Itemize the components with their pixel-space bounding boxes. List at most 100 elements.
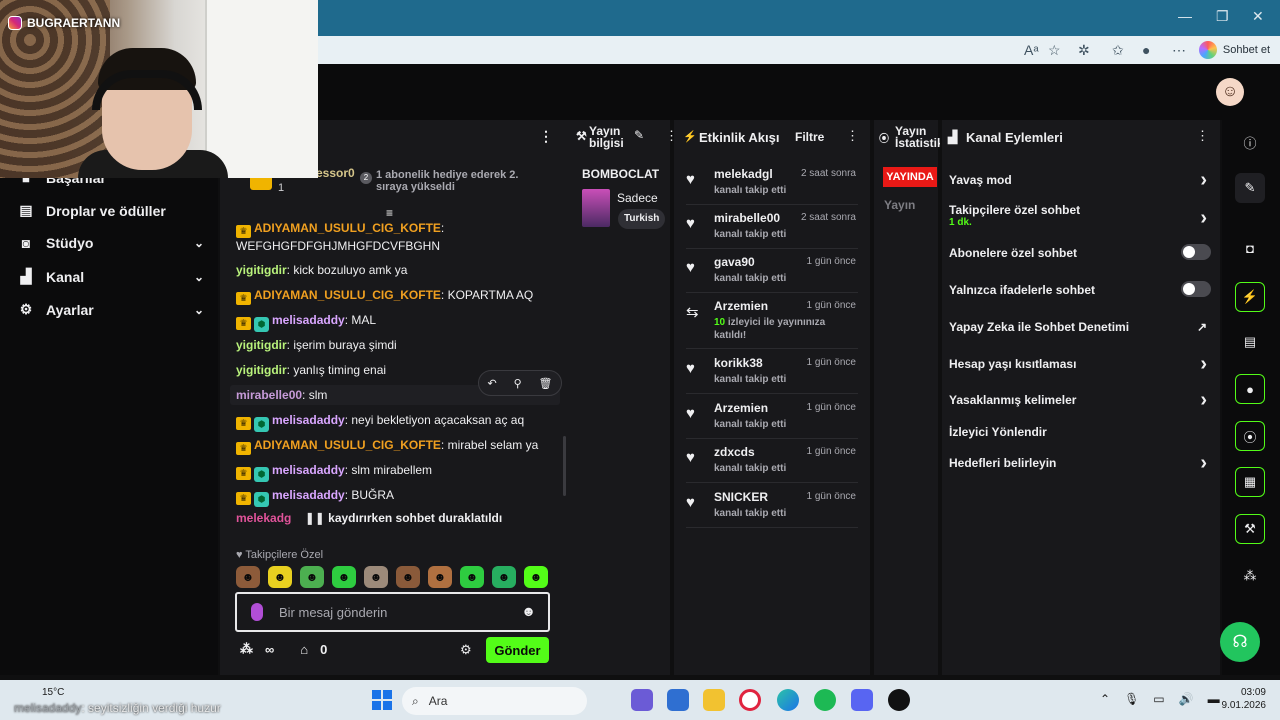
capture-icon[interactable]: ◘ — [1235, 233, 1265, 263]
chat-username[interactable]: yigitigdir — [236, 263, 287, 277]
sidebar-item-settings[interactable]: ⚙ Ayarlar ⌄ — [18, 301, 204, 318]
chat-more-icon[interactable]: ⋮ — [539, 128, 553, 145]
emote-icon[interactable]: ☻ — [300, 566, 324, 588]
delete-icon[interactable]: 🗑 — [539, 377, 553, 390]
emote-icon[interactable]: ☻ — [364, 566, 388, 588]
chevron-right-icon[interactable]: › — [1200, 353, 1207, 376]
sidebar-item-drops[interactable]: ▤ Droplar ve ödüller — [18, 202, 204, 219]
taskbar-clock[interactable]: 03:09 9.01.2026 — [1222, 686, 1267, 712]
chat-username[interactable]: melisadaddy — [272, 413, 345, 427]
activity-event[interactable]: ♥ korikk38 1 gün önce kanalı takip etti — [686, 356, 858, 394]
discord-app-icon[interactable] — [851, 689, 873, 711]
toggle-switch[interactable] — [1181, 244, 1211, 260]
read-aloud-icon[interactable]: Aᵃ — [1024, 42, 1039, 58]
event-username[interactable]: SNICKER — [714, 490, 768, 504]
emote-icon[interactable]: ☻ — [524, 566, 548, 588]
subscriber-badge-icon[interactable]: ⬢ — [254, 317, 269, 332]
favorites-icon[interactable]: ✩ — [1112, 42, 1124, 59]
subscriber-badge-icon[interactable]: ⬢ — [254, 467, 269, 482]
opera-app-icon[interactable] — [739, 689, 761, 711]
chat-scrollbar[interactable] — [563, 436, 566, 496]
external-link-icon[interactable]: ↗ — [1197, 320, 1207, 334]
activity-event[interactable]: ♥ zdxcds 1 gün önce kanalı takip etti — [686, 445, 858, 483]
kick-icon[interactable]: ⁂ — [1235, 561, 1265, 591]
channel-action-item[interactable]: Hedefleri belirleyin › — [949, 452, 1211, 474]
chat-username[interactable]: melisadaddy — [272, 313, 345, 327]
spotify-app-icon[interactable] — [814, 689, 836, 711]
emoji-icon[interactable]: ☻ — [521, 603, 536, 619]
chat-username[interactable]: yigitigdir — [236, 338, 287, 352]
chat-username[interactable]: mirabelle00 — [236, 388, 302, 402]
file-explorer-icon[interactable] — [703, 689, 725, 711]
sidebar-item-channel[interactable]: ▟ Kanal ⌄ — [18, 268, 204, 285]
favorite-star-icon[interactable]: ☆ — [1048, 42, 1061, 59]
battery-icon[interactable]: ▬ — [1208, 692, 1220, 706]
activity-event[interactable]: ♥ Arzemien 1 gün önce kanalı takip etti — [686, 401, 858, 439]
emote-icon[interactable]: ☻ — [492, 566, 516, 588]
chat-message[interactable]: ♛ ⬢ melisadaddy: neyi bekletiyon açacaksan… — [236, 412, 546, 432]
channel-action-item[interactable]: İzleyici Yönlendir — [949, 425, 1211, 439]
chat-message-input[interactable] — [279, 602, 519, 622]
sidebar-item-studio[interactable]: ◙ Stüdyo ⌄ — [18, 235, 204, 251]
event-username[interactable]: mirabelle00 — [714, 211, 780, 225]
maximize-icon[interactable]: ❐ — [1216, 8, 1229, 25]
extensions-icon[interactable]: ✲ — [1078, 42, 1090, 59]
quick-action-bolt-icon[interactable]: ⚡ — [1235, 282, 1265, 312]
chat-username[interactable]: ADIYAMAN_USULU_CIG_KOFTE — [254, 221, 441, 235]
channel-actions-more-icon[interactable]: ⋮ — [1196, 128, 1209, 144]
microphone-icon[interactable] — [251, 603, 263, 621]
chevron-right-icon[interactable]: › — [1200, 207, 1207, 230]
event-username[interactable]: melekadgl — [714, 167, 773, 181]
chat-message[interactable]: ♛ ⬢ melisadaddy: BUĞRA — [236, 487, 546, 507]
chat-message[interactable]: ♛ ⬢ melisadaddy: slm mirabellem — [236, 462, 546, 482]
notes-icon[interactable]: ▤ — [1235, 327, 1265, 357]
chevron-right-icon[interactable]: › — [1200, 169, 1207, 192]
toggle-switch[interactable] — [1181, 281, 1211, 297]
store-icon[interactable]: ⌂ — [300, 642, 308, 657]
emote-icon[interactable]: ☻ — [268, 566, 292, 588]
crown-badge-icon[interactable]: ♛ — [236, 292, 251, 305]
crown-badge-icon[interactable]: ♛ — [236, 317, 251, 330]
chat-message[interactable]: ♛ ADIYAMAN_USULU_CIG_KOFTE: KOPARTMA AQ — [236, 287, 546, 305]
user-avatar[interactable]: ☺ — [1216, 78, 1244, 106]
activity-event[interactable]: ♥ melekadgl 2 saat sonra kanalı takip etti — [686, 167, 858, 205]
chat-username[interactable]: ADIYAMAN_USULU_CIG_KOFTE — [254, 288, 441, 302]
chevron-right-icon[interactable]: › — [1200, 389, 1207, 412]
event-username[interactable]: Arzemien — [714, 299, 768, 313]
broadcast-rail-icon[interactable]: ⦿ — [1235, 421, 1265, 451]
kicks-icon[interactable]: ⁂ — [240, 641, 253, 657]
activity-filter-button[interactable]: Filtre — [795, 130, 824, 144]
reply-icon[interactable]: ↶ — [487, 377, 496, 390]
teams-app-icon[interactable] — [631, 689, 653, 711]
crown-badge-icon[interactable]: ♛ — [236, 225, 251, 238]
chat-username[interactable]: ADIYAMAN_USULU_CIG_KOFTE — [254, 438, 441, 452]
crown-badge-icon[interactable]: ♛ — [236, 417, 251, 430]
profile-icon[interactable]: ● — [1142, 42, 1150, 58]
emote-icon[interactable]: ☻ — [428, 566, 452, 588]
chat-message[interactable]: yigitigdir: işerim buraya şimdi — [236, 337, 546, 353]
chat-message[interactable]: ♛ ⬢ melisadaddy: MAL — [236, 312, 546, 332]
subscriber-badge-icon[interactable]: ⬢ — [254, 417, 269, 432]
subscriber-badge-icon[interactable]: ⬢ — [254, 492, 269, 507]
windows-start-icon[interactable] — [372, 690, 392, 710]
channel-action-item[interactable]: Hesap yaşı kısıtlaması › — [949, 353, 1211, 375]
chevron-right-icon[interactable]: › — [1200, 452, 1207, 475]
activity-event[interactable]: ⇆ Arzemien 1 gün önce 10 izleyici ile yayın… — [686, 299, 858, 349]
chat-username[interactable]: melisadaddy — [272, 488, 345, 502]
activity-event[interactable]: ♥ gava90 1 gün önce kanalı takip etti — [686, 255, 858, 293]
info-icon[interactable]: ⓘ — [1235, 127, 1265, 157]
more-icon[interactable]: ⋯ — [1172, 42, 1186, 59]
chevron-up-icon[interactable]: ⌃ — [1100, 692, 1110, 706]
chat-bubble-icon[interactable]: ● — [1235, 374, 1265, 404]
crown-badge-icon[interactable]: ♛ — [236, 492, 251, 505]
emote-icon[interactable]: ☻ — [396, 566, 420, 588]
emote-icon[interactable]: ☻ — [460, 566, 484, 588]
activity-more-icon[interactable]: ⋮ — [846, 128, 859, 144]
taskbar-search[interactable]: ⌕ Ara — [402, 687, 587, 715]
chat-message[interactable]: ♛ ADIYAMAN_USULU_CIG_KOFTE: mirabel selam… — [236, 437, 546, 455]
chat-message[interactable]: ♛ ADIYAMAN_USULU_CIG_KOFTE: WEFGHGFDFGHJM… — [236, 220, 546, 254]
store-app-icon[interactable] — [667, 689, 689, 711]
chat-settings-icon[interactable]: ⚙ — [460, 642, 472, 658]
event-username[interactable]: korikk38 — [714, 356, 763, 370]
edge-app-icon[interactable] — [777, 689, 799, 711]
